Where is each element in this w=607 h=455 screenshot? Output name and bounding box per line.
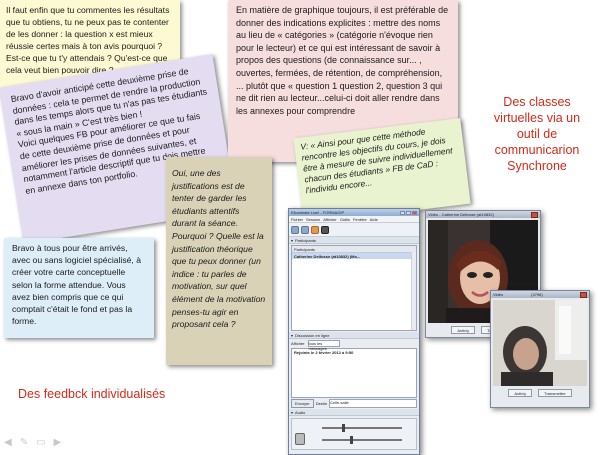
pen-icon[interactable]: ✎ [20,437,28,448]
video-window-secondary: Vidéo (3796) Activ/y Transmettre [490,290,590,408]
video-id-label: (3796) [531,292,543,297]
menu-outils[interactable]: Outils [340,217,350,222]
activate-button[interactable]: Activ/y [508,389,533,397]
participants-list-header: Participants [292,246,416,253]
transmit-button[interactable]: Transmettre [538,389,572,397]
webcam-feed [493,300,587,386]
chat-section-header: ▾ Discussion en ligne [289,332,419,339]
emoticon-icon[interactable] [311,225,319,234]
send-button[interactable]: Envoyer [291,399,314,408]
chat-log: Rejointe le 2 février 2012 à 9:50 [291,348,417,398]
speaker-volume-slider[interactable] [322,424,402,432]
recipient-select[interactable]: Celle-salle [329,399,417,408]
recipient-value: Celle-salle [330,400,349,405]
chat-input-row: Envoyer Destin Celle-salle [291,399,417,408]
video-controls: Activ/y Transmettre [491,388,589,398]
audio-section-header: ▾ Audio [289,409,419,416]
app-toolbar [289,223,419,237]
menu-session[interactable]: Session [306,217,320,222]
menu-icon[interactable]: ▭ [36,437,45,448]
webcam-person-image [493,300,587,386]
chat-section-label: Discussion en ligne [295,332,330,338]
collapse-icon[interactable]: ▾ [291,238,293,243]
hand-raise-icon[interactable] [291,225,299,234]
slider-knob[interactable] [350,436,353,444]
participants-list: Participants Catherine Delfosse (at10832… [291,245,417,331]
webcam-icon[interactable] [321,225,329,234]
close-icon[interactable] [531,211,538,218]
minimize-icon[interactable] [400,210,405,215]
app-titlebar: Elluminate Live! - FORMAGIP [289,209,419,216]
menu-afficher[interactable]: Afficher [323,217,337,222]
chat-filter-value: tous les messages [308,340,327,351]
menu-aide[interactable]: Aide [370,217,378,222]
audio-section-label: Audio [295,409,306,415]
feedback-note-tan: Oui, une des justifications est de tente… [166,157,272,365]
participant-name: Catherine Delfosse (at10832) (Mo... [294,253,361,259]
caption-virtual-classes: Des classes virtuelles via un outil de c… [493,95,581,173]
participants-section-label: Participants [295,237,316,243]
feedback-note-blue: Bravo à tous pour être arrivés, avec ou … [4,238,154,338]
chat-filter-row: Afficher tous les messages [289,339,419,351]
video-title: Vidéo - Catherine Delfosse (at10832) [428,212,494,217]
collapse-icon[interactable]: ▾ [291,333,293,338]
video-titlebar: Vidéo - Catherine Delfosse (at10832) [426,211,540,218]
chat-log-entry: Rejointe le 2 février 2012 à 9:50 [294,350,354,355]
app-menubar: Fichier Session Afficher Outils Fenêtre … [289,216,419,223]
participants-scrollbar[interactable] [411,252,416,330]
slider-knob[interactable] [342,424,345,432]
participants-section-header: ▾ Participants [289,237,419,244]
slide-controls: ◀ ✎ ▭ ▶ [4,437,61,448]
next-arrow-icon[interactable]: ▶ [54,437,62,448]
mic-volume-slider[interactable] [322,436,402,444]
maximize-icon[interactable] [406,210,411,215]
menu-fichier[interactable]: Fichier [291,217,303,222]
participants-column-label: Participants [294,246,315,252]
chat-filter-select[interactable]: tous les messages [307,339,340,351]
video-titlebar: Vidéo (3796) [491,291,589,298]
chat-filter-label: Afficher [291,340,305,346]
activate-button[interactable]: Activ/y [451,326,476,334]
microphone-icon[interactable] [295,433,305,445]
elluminate-main-window: Elluminate Live! - FORMAGIP Fichier Sess… [288,208,420,455]
menu-fenetre[interactable]: Fenêtre [353,217,367,222]
app-title: Elluminate Live! - FORMAGIP [291,210,345,215]
audio-panel [291,418,417,450]
close-icon[interactable] [412,210,417,215]
participant-row[interactable]: Catherine Delfosse (at10832) (Mo... [292,253,416,259]
status-icon[interactable] [301,225,309,234]
video-title: Vidéo [493,292,504,297]
collapse-icon[interactable]: ▾ [291,410,293,415]
recipient-label: Destin [315,401,328,406]
caption-individual-feedback: Des feedbck individualisés [18,387,166,401]
prev-arrow-icon[interactable]: ◀ [4,437,12,448]
close-icon[interactable] [580,291,587,298]
